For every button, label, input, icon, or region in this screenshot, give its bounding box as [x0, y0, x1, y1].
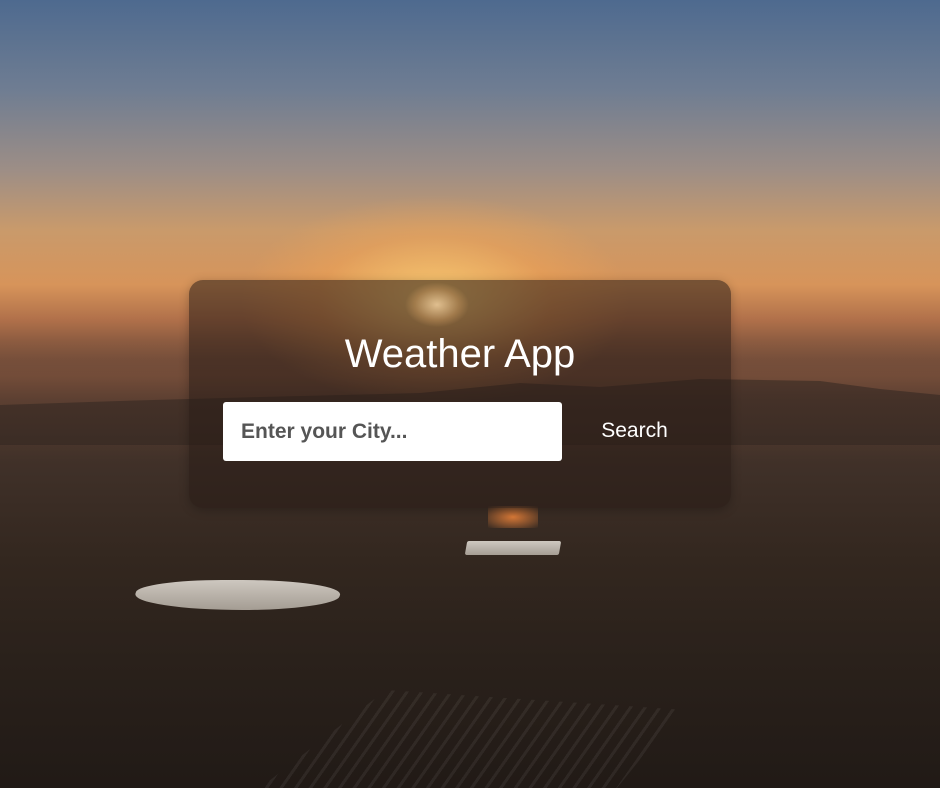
- app-title: Weather App: [344, 332, 576, 376]
- weather-card: Weather App Search: [189, 280, 731, 508]
- field-rows: [260, 690, 680, 788]
- search-button[interactable]: Search: [587, 410, 682, 452]
- sun-glare: [397, 280, 477, 335]
- city-search-input[interactable]: [223, 402, 562, 461]
- distant-fire-glow: [488, 506, 538, 528]
- pond-small: [464, 541, 562, 555]
- pond-large: [130, 580, 345, 610]
